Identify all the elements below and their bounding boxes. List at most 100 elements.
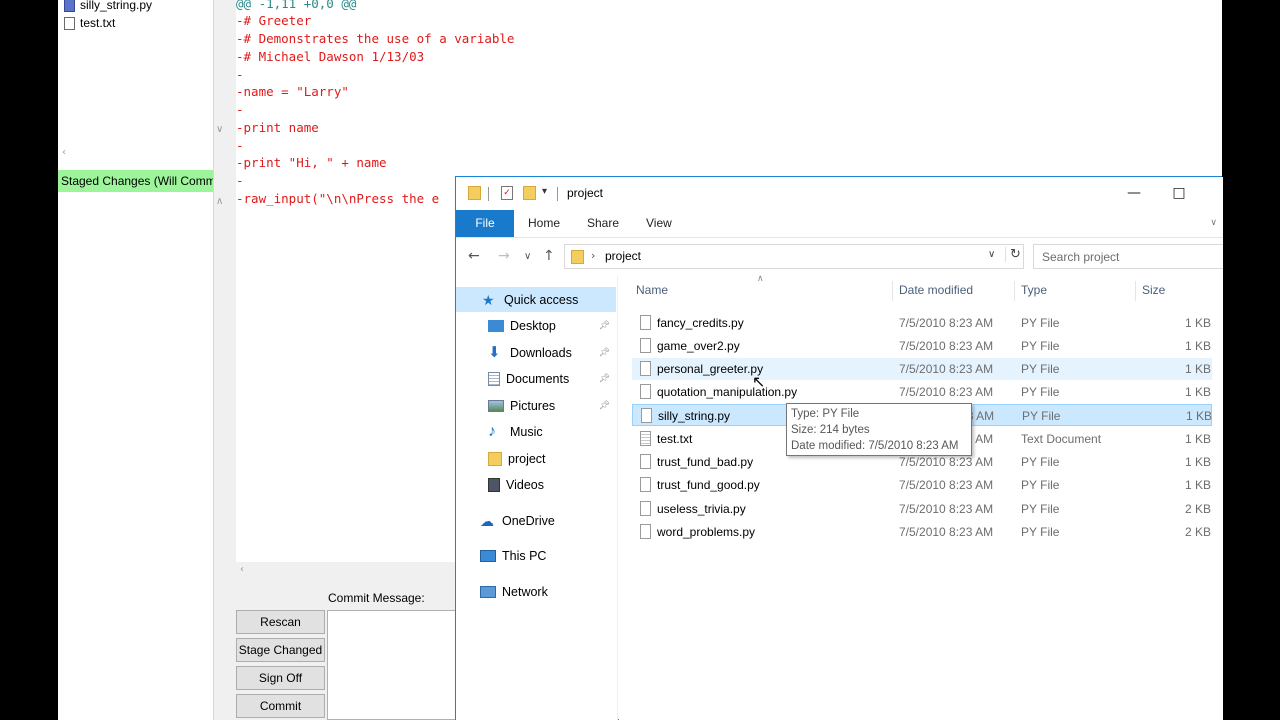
nav-item-pictures[interactable]: Pictures 📌︎ xyxy=(456,393,616,418)
file-date: 7/5/2010 8:23 AM xyxy=(899,385,994,399)
new-folder-icon[interactable] xyxy=(523,186,536,200)
refresh-icon[interactable]: ↻ xyxy=(1005,247,1021,262)
rescan-button[interactable]: Rescan xyxy=(236,610,325,634)
expand-ribbon-icon[interactable]: ∨ xyxy=(1210,218,1217,228)
file-name: game_over2.py xyxy=(657,339,740,353)
nav-item-label: Music xyxy=(510,424,543,439)
folder-icon xyxy=(488,451,502,466)
file-type: Text Document xyxy=(1021,432,1102,446)
file-row[interactable]: game_over2.py 7/5/2010 8:23 AM PY File 1… xyxy=(632,335,1212,357)
breadcrumb-project[interactable]: project xyxy=(605,249,641,263)
column-divider[interactable] xyxy=(1135,281,1136,301)
nav-item-label: project xyxy=(508,451,546,466)
column-divider[interactable] xyxy=(892,281,893,301)
nav-item-documents[interactable]: Documents 📌︎ xyxy=(456,366,616,391)
scroll-up-icon[interactable]: ∧ xyxy=(216,196,223,207)
documents-icon xyxy=(488,371,500,386)
nav-item-desktop[interactable]: Desktop 📌︎ xyxy=(456,313,616,338)
breadcrumb-chevron-icon[interactable]: › xyxy=(591,249,595,262)
recent-locations-icon[interactable]: ∨ xyxy=(524,251,531,262)
stage-changed-button[interactable]: Stage Changed xyxy=(236,638,325,662)
file-size: 1 KB xyxy=(1186,409,1213,423)
scroll-left-icon[interactable]: ‹ xyxy=(240,564,244,575)
cloud-icon: ☁ xyxy=(480,512,494,529)
scroll-left-icon[interactable]: ‹ xyxy=(62,147,66,158)
title-bar[interactable]: ✓ ▾ project — □ xyxy=(456,177,1223,210)
nav-item-quick-access[interactable]: ★ Quick access xyxy=(456,287,616,312)
mouse-cursor-icon: ↖ xyxy=(752,372,766,391)
file-icon xyxy=(640,501,651,516)
ribbon-tabs: File Home Share View ∨ xyxy=(456,210,1223,238)
maximize-button[interactable]: □ xyxy=(1156,181,1202,205)
diff-line: - xyxy=(236,67,244,82)
nav-item-network[interactable]: Network xyxy=(456,579,616,604)
file-row[interactable]: trust_fund_good.py 7/5/2010 8:23 AM PY F… xyxy=(632,474,1212,496)
nav-item-onedrive[interactable]: ☁ OneDrive xyxy=(456,508,616,533)
back-arrow-icon[interactable]: ← xyxy=(468,248,480,264)
column-divider[interactable] xyxy=(1014,281,1015,301)
properties-icon[interactable]: ✓ xyxy=(501,186,513,200)
network-icon xyxy=(480,585,496,598)
file-type: PY File xyxy=(1021,502,1060,516)
file-type: PY File xyxy=(1021,385,1060,399)
forward-arrow-icon[interactable]: → xyxy=(498,248,510,264)
nav-item-label: Desktop xyxy=(510,318,556,333)
music-icon: ♪ xyxy=(488,422,496,440)
panel-divider[interactable]: ∨ ∧ xyxy=(213,0,235,720)
computer-icon xyxy=(480,549,496,562)
commit-message-input[interactable] xyxy=(327,610,467,720)
file-row[interactable]: useless_trivia.py 7/5/2010 8:23 AM PY Fi… xyxy=(632,498,1212,520)
nav-item-music[interactable]: ♪ Music xyxy=(456,419,616,444)
scroll-down-icon[interactable]: ∨ xyxy=(216,124,223,135)
diff-line: -raw_input("\n\nPress the e xyxy=(236,191,440,206)
file-size: 1 KB xyxy=(1185,478,1212,492)
column-header-size[interactable]: Size xyxy=(1142,283,1165,297)
sign-off-button[interactable]: Sign Off xyxy=(236,666,325,690)
diff-line: -# Michael Dawson 1/13/03 xyxy=(236,49,425,64)
file-row[interactable]: word_problems.py 7/5/2010 8:23 AM PY Fil… xyxy=(632,521,1212,543)
file-size: 1 KB xyxy=(1185,316,1212,330)
file-size: 2 KB xyxy=(1185,525,1212,539)
file-icon xyxy=(640,315,651,330)
divider xyxy=(557,187,558,201)
file-row[interactable]: quotation_manipulation.py 7/5/2010 8:23 … xyxy=(632,381,1212,403)
file-row[interactable]: fancy_credits.py 7/5/2010 8:23 AM PY Fil… xyxy=(632,312,1212,334)
file-type: PY File xyxy=(1021,525,1060,539)
tab-home[interactable]: Home xyxy=(528,210,560,237)
customize-toolbar-icon[interactable]: ▾ xyxy=(542,186,547,197)
column-header-type[interactable]: Type xyxy=(1021,283,1047,297)
pin-icon[interactable]: 📌︎ xyxy=(599,347,610,358)
tab-file[interactable]: File xyxy=(456,210,514,237)
diff-line: - xyxy=(236,102,244,117)
diff-line: -print "Hi, " + name xyxy=(236,155,387,170)
search-input[interactable]: Search project xyxy=(1033,244,1223,269)
file-row[interactable]: personal_greeter.py 7/5/2010 8:23 AM PY … xyxy=(632,358,1212,380)
file-date: 7/5/2010 8:23 AM xyxy=(899,478,994,492)
file-icon xyxy=(64,16,75,30)
file-icon xyxy=(640,338,651,353)
nav-item-project[interactable]: project xyxy=(456,446,616,471)
column-header-name[interactable]: Name xyxy=(636,283,668,297)
address-dropdown-icon[interactable]: ∨ xyxy=(988,249,995,260)
file-date: 7/5/2010 8:23 AM xyxy=(899,502,994,516)
tab-share[interactable]: Share xyxy=(587,210,619,237)
column-header-date[interactable]: Date modified xyxy=(899,283,973,297)
up-arrow-icon[interactable]: ↑ xyxy=(543,248,555,264)
pin-icon[interactable]: 📌︎ xyxy=(599,320,610,331)
nav-item-videos[interactable]: Videos xyxy=(456,472,616,497)
minimize-button[interactable]: — xyxy=(1111,181,1157,205)
nav-item-this-pc[interactable]: This PC xyxy=(456,543,616,568)
file-date: 7/5/2010 8:23 AM xyxy=(899,525,994,539)
nav-item-downloads[interactable]: ⬇ Downloads 📌︎ xyxy=(456,340,616,365)
file-icon xyxy=(641,408,652,423)
unstaged-file-row[interactable]: silly_string.py xyxy=(64,0,152,13)
file-type: PY File xyxy=(1021,455,1060,469)
address-bar[interactable]: › project ∨ ↻ xyxy=(564,244,1024,269)
diff-line: -# Greeter xyxy=(236,13,312,28)
commit-button[interactable]: Commit xyxy=(236,694,325,718)
tab-view[interactable]: View xyxy=(646,210,672,237)
pin-icon[interactable]: 📌︎ xyxy=(599,373,610,384)
unstaged-file-row[interactable]: test.txt xyxy=(64,15,115,31)
pin-icon[interactable]: 📌︎ xyxy=(599,400,610,411)
pictures-icon xyxy=(488,399,504,412)
